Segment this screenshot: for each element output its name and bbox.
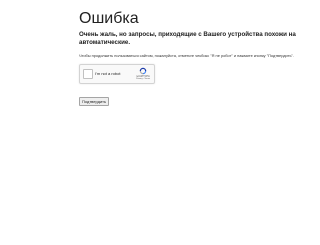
- page-title: Ошибка: [79, 10, 139, 27]
- error-message: Очень жаль, но запросы, приходящие с Ваш…: [79, 31, 296, 46]
- recaptcha-logo: reCAPTCHA Privacy - Terms: [135, 67, 151, 81]
- recaptcha-checkbox[interactable]: [83, 68, 93, 79]
- recaptcha-label: I'm not a robot: [95, 70, 121, 76]
- recaptcha-links[interactable]: Privacy - Terms: [135, 78, 151, 81]
- submit-button[interactable]: Подтвердить: [79, 96, 110, 106]
- recaptcha-logo-icon: [139, 67, 147, 74]
- page: Ошибка Очень жаль, но запросы, приходящи…: [0, 0, 320, 245]
- instructions-text: Чтобы продолжить пользоваться сайтом, по…: [79, 53, 294, 58]
- recaptcha-widget: I'm not a robot reCAPTCHA Privacy - Term…: [79, 63, 155, 84]
- main-content: Ошибка Очень жаль, но запросы, приходящи…: [79, 10, 311, 108]
